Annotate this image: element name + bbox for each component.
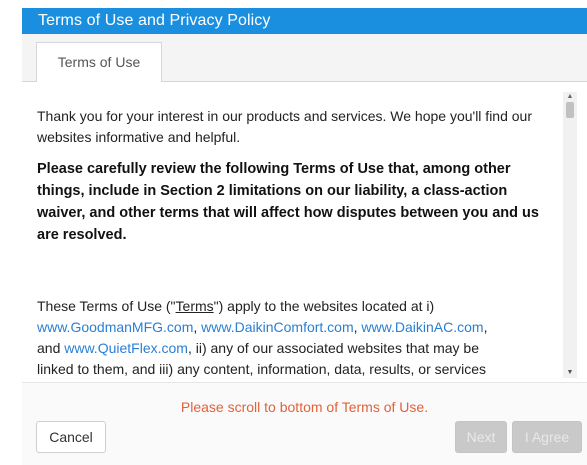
terms-defined-word: Terms xyxy=(175,298,214,314)
tab-terms-of-use[interactable]: Terms of Use xyxy=(36,42,162,83)
link-quietflex[interactable]: www.QuietFlex.com xyxy=(64,340,188,356)
terms-dialog: Terms of Use and Privacy Policy Terms of… xyxy=(0,0,587,465)
agree-button[interactable]: I Agree xyxy=(512,421,582,453)
scroll-up-arrow-icon[interactable]: ▲ xyxy=(563,92,577,102)
intro-paragraph: Thank you for your interest in our produ… xyxy=(37,108,533,145)
tab-strip: Terms of Use xyxy=(22,34,587,83)
scroll-down-arrow-icon[interactable]: ▼ xyxy=(563,368,577,378)
scroll-thumb[interactable] xyxy=(566,102,574,118)
terms-content[interactable]: Thank you for your interest in our produ… xyxy=(22,82,587,382)
terms-post-text: ") apply to the websites located at i) xyxy=(213,298,435,314)
terms-text: Thank you for your interest in our produ… xyxy=(37,106,557,380)
content-scrollbar[interactable]: ▲ ▼ xyxy=(563,92,577,378)
link-goodmanmfg[interactable]: www.GoodmanMFG.com xyxy=(37,319,193,335)
link-daikincomfort[interactable]: www.DaikinComfort.com xyxy=(201,319,353,335)
terms-continued-2: linked to them, and iii) any content, in… xyxy=(37,361,486,377)
link-daikinac[interactable]: www.DaikinAC.com xyxy=(361,319,483,335)
and-text: and xyxy=(37,340,61,356)
terms-pre-text: These Terms of Use (" xyxy=(37,298,176,314)
terms-scope-paragraph: These Terms of Use ("Terms") apply to th… xyxy=(37,298,488,377)
terms-continued-1: , ii) any of our associated websites tha… xyxy=(187,340,479,356)
dialog-footer: Please scroll to bottom of Terms of Use.… xyxy=(22,382,587,465)
dialog-title: Terms of Use and Privacy Policy xyxy=(22,8,587,34)
next-button[interactable]: Next xyxy=(455,421,507,453)
scroll-warning-message: Please scroll to bottom of Terms of Use. xyxy=(180,399,429,415)
cancel-button[interactable]: Cancel xyxy=(36,421,106,453)
review-notice-paragraph: Please carefully review the following Te… xyxy=(37,161,539,243)
